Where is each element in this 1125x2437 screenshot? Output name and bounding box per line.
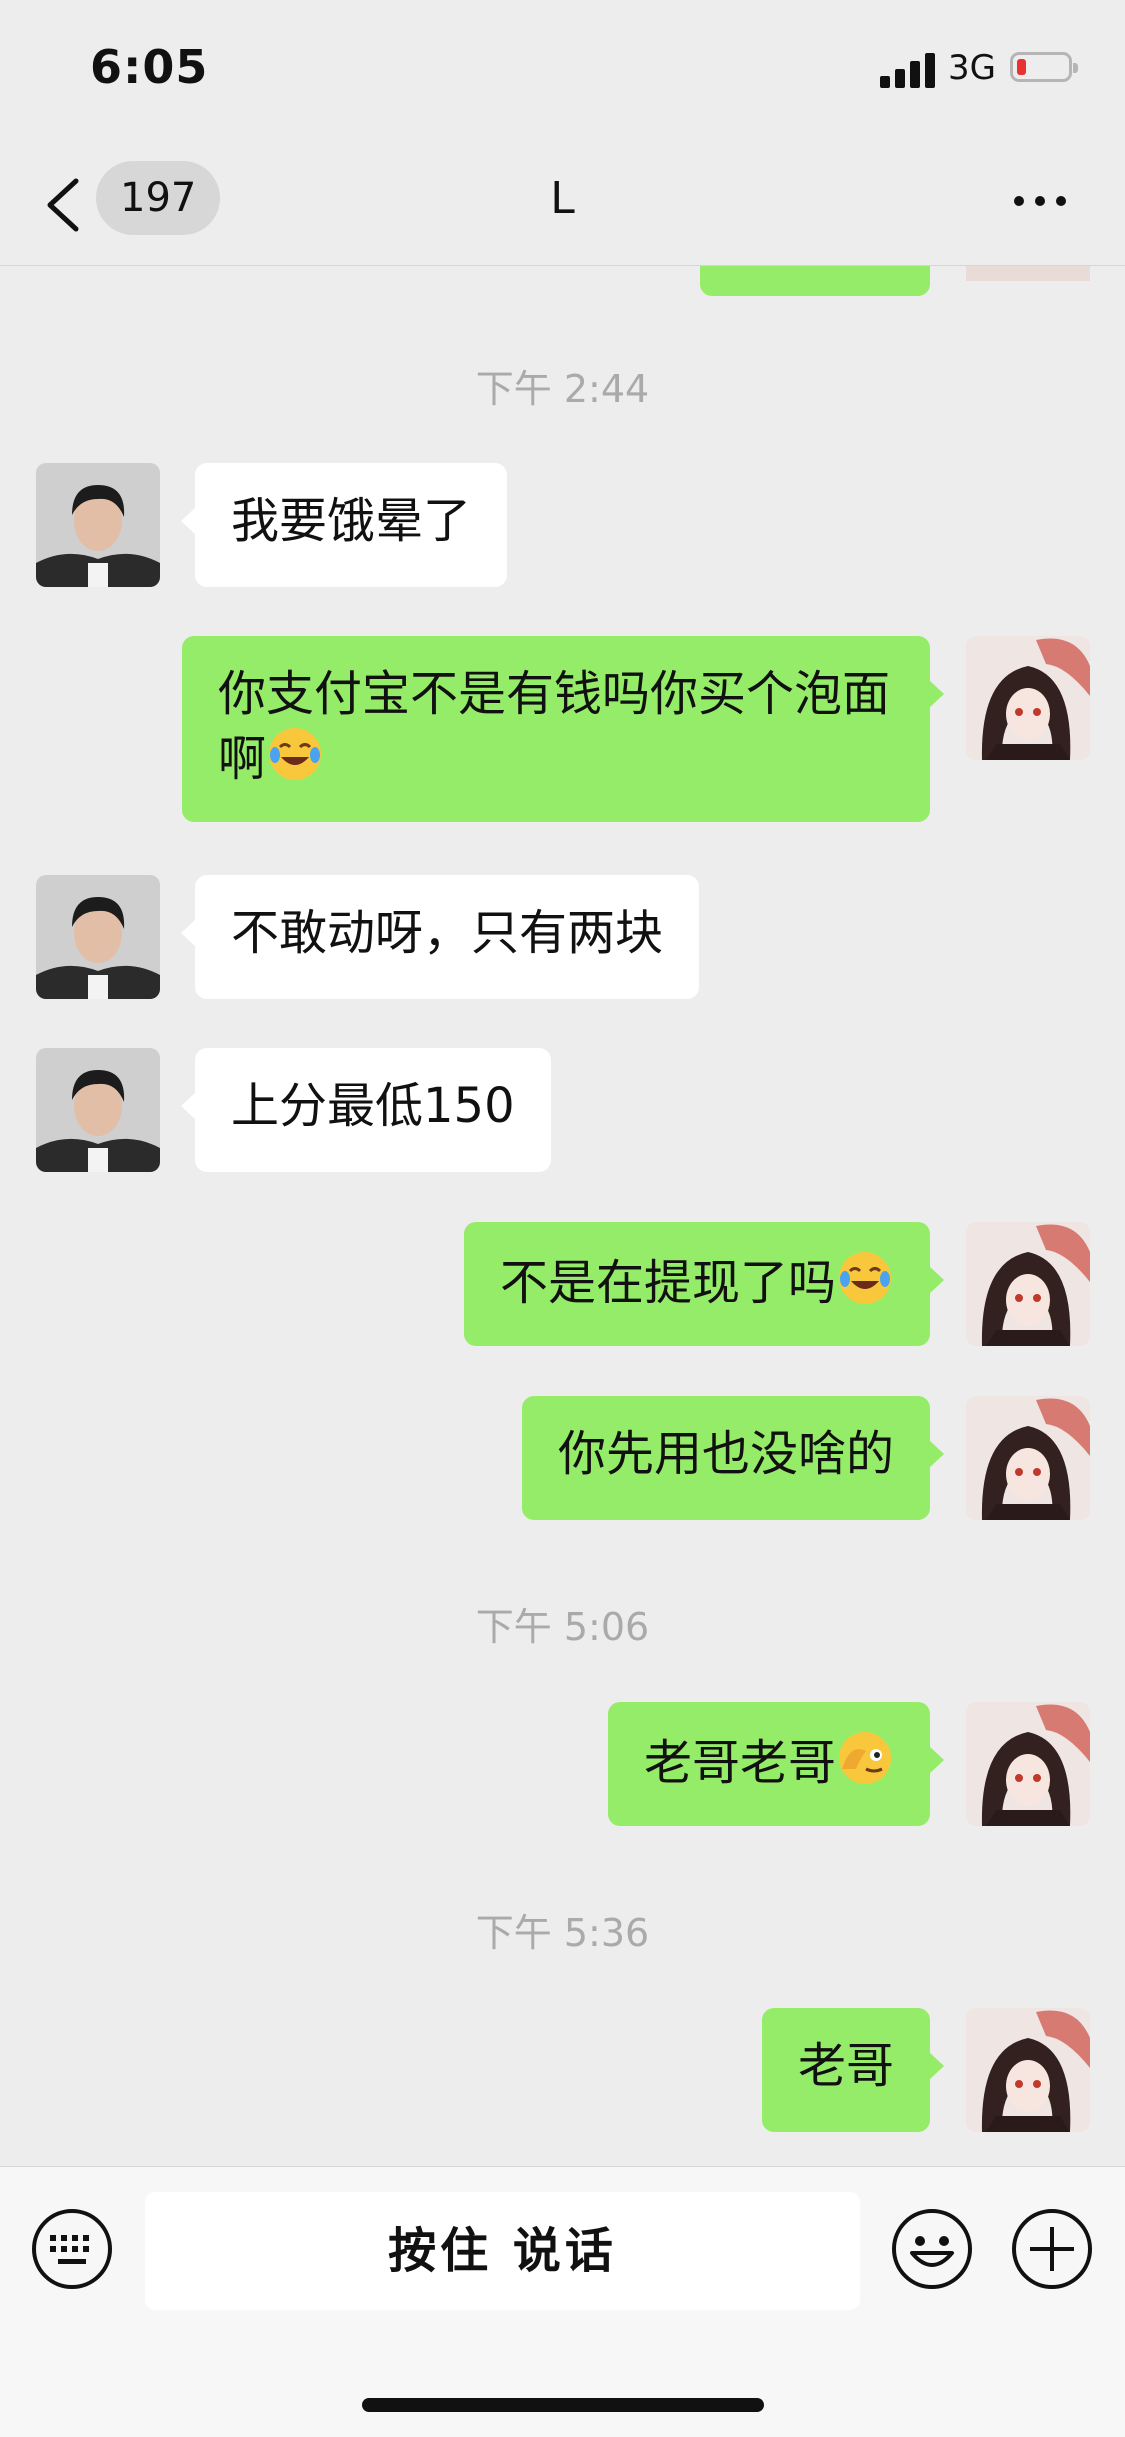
tears-of-joy-emoji	[839, 1252, 891, 1304]
input-bar: 按住 说话	[0, 2166, 1125, 2437]
timestamp: 下午 2:44	[475, 367, 650, 411]
message-text: 不敢动呀，只有两块	[231, 905, 664, 961]
message-text: 我要饿晕了	[231, 493, 472, 549]
contact-avatar[interactable]	[36, 463, 160, 587]
previous-avatar	[966, 266, 1090, 281]
plus-icon[interactable]	[1010, 2207, 1094, 2291]
battery-icon	[1010, 52, 1078, 82]
received-message[interactable]: 上分最低150	[181, 1048, 551, 1172]
own-avatar[interactable]	[966, 1222, 1090, 1346]
timestamp: 下午 5:06	[475, 1605, 650, 1649]
sent-message[interactable]: 你支付宝不是有钱吗你买个泡面啊	[182, 636, 944, 822]
peeking-face-emoji	[839, 1732, 891, 1784]
hold-to-talk-button[interactable]: 按住 说话	[145, 2192, 860, 2310]
own-avatar[interactable]	[966, 2008, 1090, 2132]
message-list[interactable]: 下午 2:44 我要饿晕了 你支付宝不是有钱吗你买个泡面啊 不敢动呀，只有两块 …	[0, 266, 1125, 2166]
emoji-icon[interactable]	[890, 2207, 974, 2291]
previous-sent-bubble	[700, 266, 930, 296]
received-message[interactable]: 我要饿晕了	[180, 463, 508, 587]
status-time: 6:05	[90, 40, 209, 94]
contact-avatar[interactable]	[36, 875, 160, 999]
message-text: 上分最低150	[231, 1078, 515, 1134]
keyboard-icon[interactable]	[30, 2207, 114, 2291]
own-avatar[interactable]	[966, 1702, 1090, 1826]
status-bar: 6:05 3G	[0, 0, 1125, 135]
own-avatar[interactable]	[966, 636, 1090, 760]
message-text: 你先用也没啥的	[557, 1426, 894, 1482]
received-message[interactable]: 不敢动呀，只有两块	[180, 875, 700, 999]
sent-message[interactable]: 老哥老哥	[607, 1702, 945, 1826]
timestamp: 下午 5:36	[475, 1911, 650, 1955]
chat-title: L	[550, 173, 575, 224]
home-indicator[interactable]	[362, 2398, 764, 2412]
more-icon[interactable]	[1010, 185, 1070, 215]
tears-of-joy-emoji	[269, 728, 322, 780]
sent-message[interactable]: 你先用也没啥的	[521, 1396, 945, 1520]
contact-avatar[interactable]	[36, 1048, 160, 1172]
message-text: 老哥	[797, 2038, 894, 2094]
sent-message[interactable]: 老哥	[761, 2008, 945, 2132]
message-text: 不是在提现了吗	[499, 1255, 836, 1311]
chat-header: 197 L	[0, 135, 1125, 266]
message-text: 老哥老哥	[643, 1735, 836, 1791]
own-avatar[interactable]	[966, 1396, 1090, 1520]
signal-icon	[880, 52, 938, 88]
sent-message[interactable]: 不是在提现了吗	[463, 1222, 945, 1346]
network-type: 3G	[948, 48, 996, 88]
